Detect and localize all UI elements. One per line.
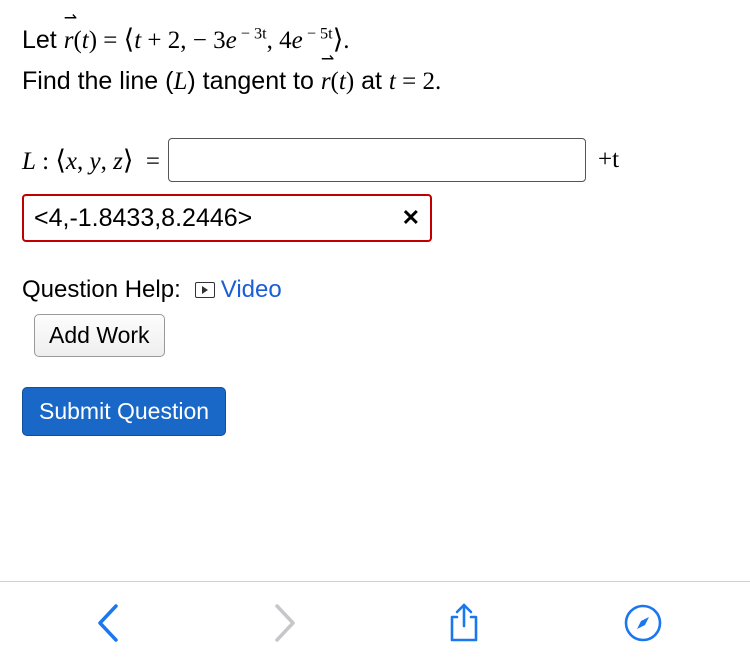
problem-statement: Let ⇀r(t) = ⟨t + 2, − 3e − 3t, 4e − 5t⟩.… (22, 18, 728, 102)
question-help-label: Question Help: (22, 276, 181, 304)
rangle: ⟩ (333, 24, 344, 54)
exp1: − 3t (237, 25, 267, 43)
exp2: − 5t (303, 25, 333, 43)
back-icon[interactable] (86, 602, 128, 644)
find-text: Find the line (L) tangent to (22, 67, 321, 95)
r-vector2: ⇀r (321, 62, 331, 102)
input2-value: <4,-1.8433,8.2446> (34, 204, 252, 233)
answer-line-1: L : ⟨x, y, z⟩ = +t (22, 138, 728, 182)
forward-icon[interactable] (265, 602, 307, 644)
vector-direction-input[interactable]: <4,-1.8433,8.2446> ✕ (22, 194, 432, 242)
L-label: L : ⟨x, y, z⟩ = (22, 145, 160, 176)
compass-icon[interactable] (622, 602, 664, 644)
share-icon[interactable] (443, 602, 485, 644)
video-link[interactable]: Video (195, 276, 282, 304)
incorrect-icon: ✕ (402, 205, 420, 231)
add-work-button[interactable]: Add Work (34, 314, 165, 357)
video-label: Video (221, 276, 282, 304)
vector-point-input[interactable] (168, 138, 586, 182)
langle: ⟨ (124, 24, 135, 54)
submit-question-button[interactable]: Submit Question (22, 387, 226, 436)
r-vector: ⇀r (64, 21, 74, 61)
plus-t: +t (598, 146, 619, 174)
let-text: Let (22, 26, 64, 54)
video-icon (195, 282, 215, 298)
browser-toolbar (0, 582, 750, 664)
